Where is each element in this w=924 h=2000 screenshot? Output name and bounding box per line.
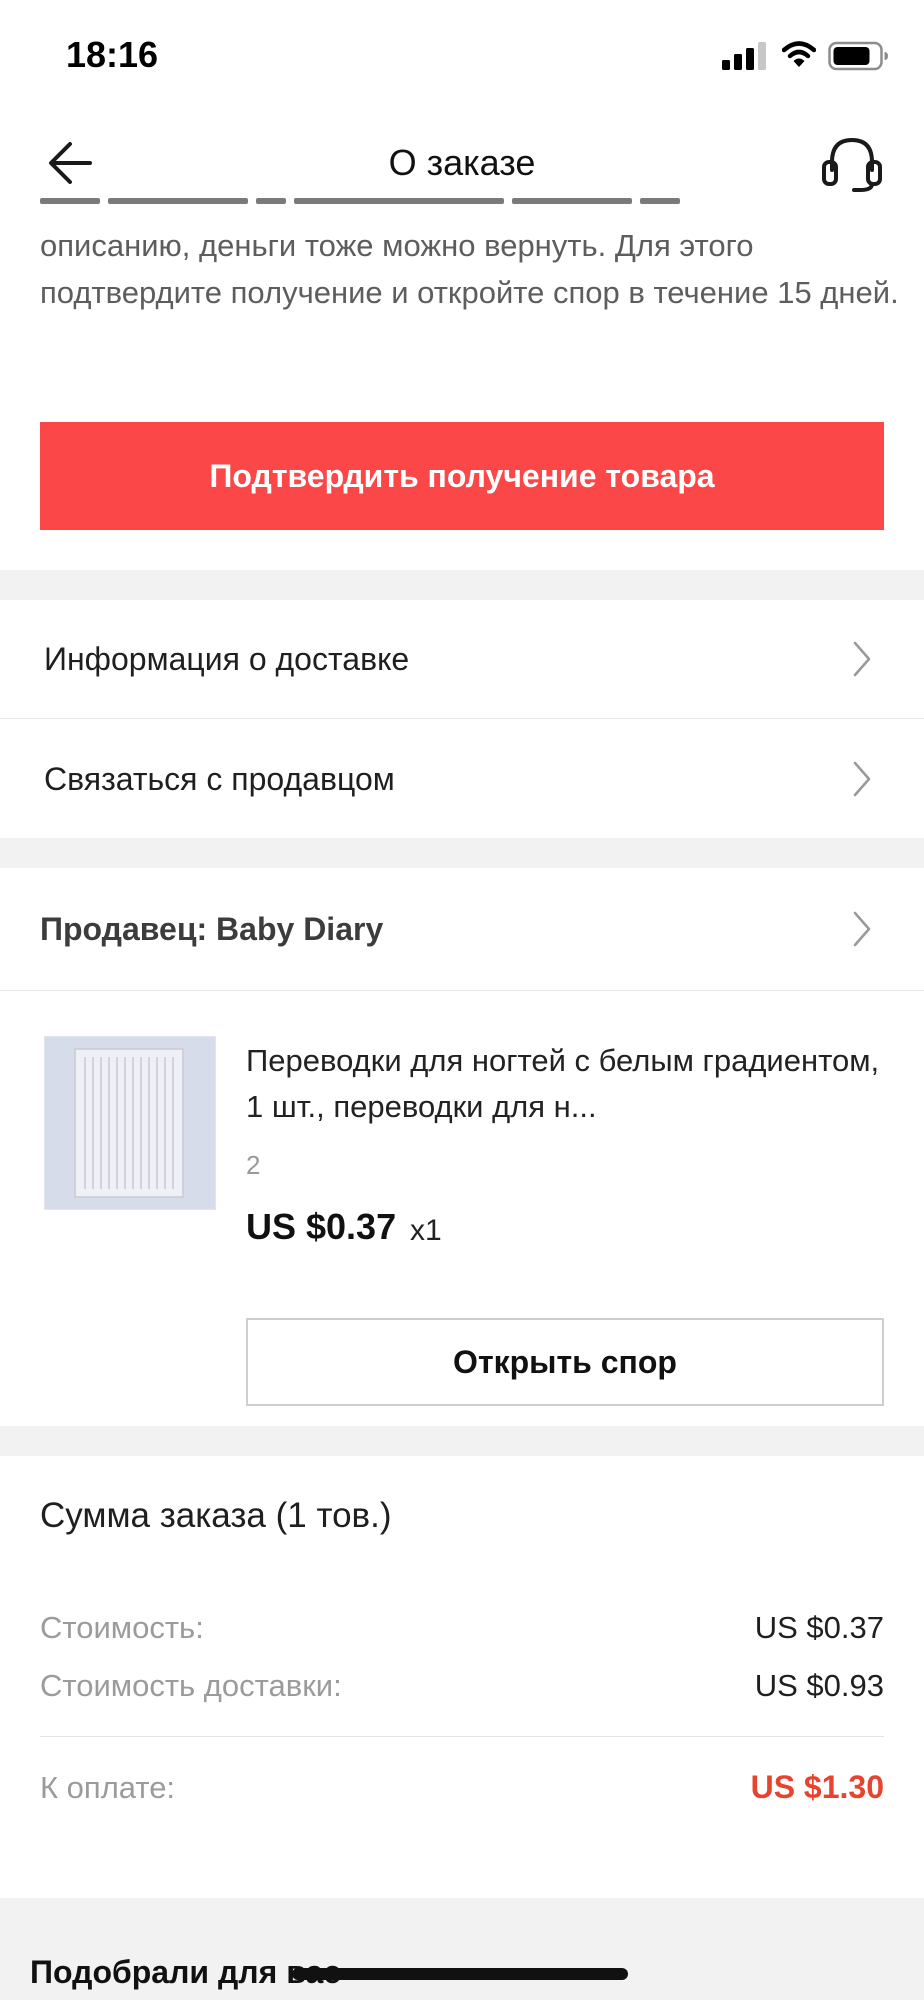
divider xyxy=(40,1736,884,1737)
chevron-right-icon xyxy=(853,761,871,797)
confirm-receipt-button[interactable]: Подтвердить получение товара xyxy=(40,422,884,530)
section-gap xyxy=(0,1426,924,1456)
open-dispute-button[interactable]: Открыть спор xyxy=(246,1318,884,1406)
signal-icon xyxy=(722,42,766,70)
contact-seller-row[interactable]: Связаться с продавцом xyxy=(0,720,924,838)
refund-info-text: описанию, деньги тоже можно вернуть. Для… xyxy=(40,228,899,310)
section-gap xyxy=(0,570,924,600)
section-gap xyxy=(0,838,924,868)
product-title[interactable]: Переводки для ногтей с белым градиентом,… xyxy=(246,1038,886,1130)
cost-value: US $0.37 xyxy=(754,1610,884,1645)
total-label: К оплате: xyxy=(40,1770,176,1805)
delivery-info-row[interactable]: Информация о доставке xyxy=(0,600,924,718)
page-title: О заказе xyxy=(388,142,536,183)
wifi-icon xyxy=(782,41,816,67)
shipping-cost-label: Стоимость доставки: xyxy=(40,1668,342,1703)
delivery-info-label: Информация о доставке xyxy=(44,640,410,677)
chevron-right-icon xyxy=(853,911,871,947)
product-image[interactable] xyxy=(44,1036,216,1210)
contact-seller-label: Связаться с продавцом xyxy=(44,760,395,797)
product-price: US $0.37 xyxy=(246,1206,397,1247)
headset-support-icon[interactable] xyxy=(820,134,884,192)
chevron-right-icon xyxy=(853,641,871,677)
status-time: 18:16 xyxy=(66,34,159,75)
seller-name: Продавец: Baby Diary xyxy=(40,910,384,947)
scrolled-text-remnant xyxy=(40,198,880,204)
product-quantity: x1 xyxy=(410,1214,442,1247)
shipping-cost-value: US $0.93 xyxy=(754,1668,884,1703)
product-variant: 2 xyxy=(246,1150,261,1180)
divider xyxy=(0,718,924,719)
home-indicator[interactable] xyxy=(292,1968,628,1980)
seller-row[interactable]: Продавец: Baby Diary xyxy=(0,868,924,990)
total-value: US $1.30 xyxy=(750,1769,884,1805)
nail-sticker-sheet-image xyxy=(74,1048,184,1198)
order-summary-title: Сумма заказа (1 тов.) xyxy=(40,1496,392,1535)
cost-label: Стоимость: xyxy=(40,1610,204,1645)
divider xyxy=(0,990,924,991)
battery-icon xyxy=(828,41,888,71)
